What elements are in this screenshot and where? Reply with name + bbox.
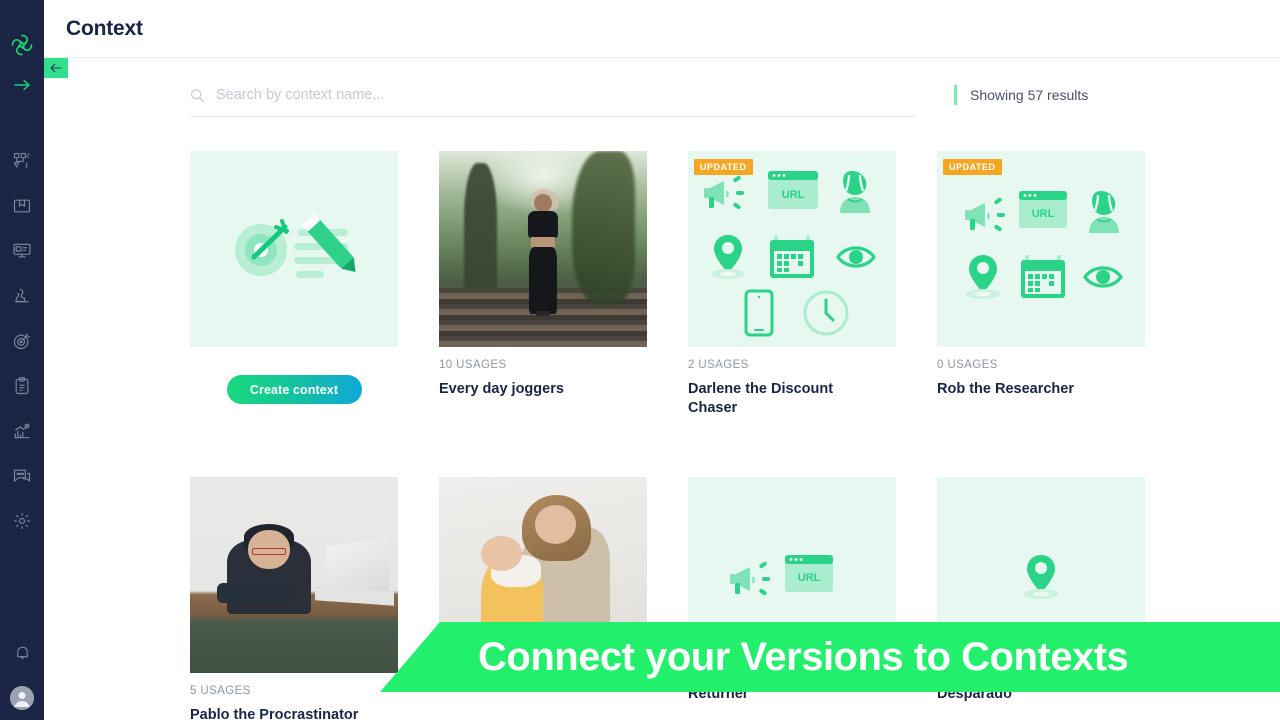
svg-text:URL: URL [798,572,821,584]
card-thumbnail: UPDATED URL [937,151,1145,347]
search-icon [190,88,216,103]
sidebar-bottom [0,631,44,710]
status-badge: UPDATED [694,159,754,175]
promo-banner: Connect your Versions to Contexts [380,622,1280,692]
context-card[interactable]: UPDATED [688,151,896,417]
card-title: Darlene the Discount Chaser [688,381,834,416]
card-thumbnail [190,477,398,674]
context-grid-row-1: Create context 10 USAGES Every day jogge… [190,151,1190,417]
arrow-left-icon [50,63,62,73]
card-usages: 10 USAGES [439,359,507,371]
create-context-illustration [190,151,398,347]
sidebar-item-strategy[interactable] [0,273,44,318]
svg-text:URL: URL [1032,208,1055,220]
card-usages: 2 USAGES [688,359,749,371]
pablo-photo [190,477,398,674]
create-context-button[interactable]: Create context [226,375,362,404]
sidebar-item-messages[interactable] [0,453,44,498]
app-logo[interactable] [10,32,34,58]
top-bar: Context [44,0,1280,58]
sidebar-item-analytics[interactable] [0,408,44,453]
card-title: Rob the Researcher [937,381,1074,397]
results-accent-bar [954,85,957,105]
search-row: Showing 57 results [190,58,1280,117]
main-content: Context Sho [44,0,1280,720]
card-thumbnail [439,151,647,347]
results-count-label: Showing 57 results [970,87,1089,103]
card-thumbnail: UPDATED URL [688,151,896,347]
jogger-photo [439,151,647,347]
collapse-sidebar-button[interactable] [44,58,68,78]
card-title: Pablo the Procrastinator [190,707,359,720]
sidebar-nav [0,138,44,543]
avatar[interactable] [10,686,34,710]
context-card[interactable]: 5 USAGES Pablo the Procrastinator [190,477,398,720]
persona-icons-illustration: URL [965,191,1123,299]
context-card[interactable]: UPDATED [937,151,1145,417]
sidebar-item-experiments[interactable] [0,138,44,183]
create-context-card[interactable]: Create context [190,151,398,417]
target-and-list-illustration [235,214,356,278]
sidebar-item-library[interactable] [0,183,44,228]
card-title: Every day joggers [439,381,564,397]
page-title: Context [66,16,143,40]
sidebar-item-reports[interactable] [0,363,44,408]
context-card[interactable]: 10 USAGES Every day joggers [439,151,647,417]
sidebar-expand-arrow-icon[interactable] [13,76,31,94]
search-input[interactable] [216,87,915,103]
search-area [190,78,915,117]
promo-banner-text: Connect your Versions to Contexts [478,634,1129,679]
sidebar-item-settings[interactable] [0,498,44,543]
results-summary: Showing 57 results [954,78,1088,112]
sidebar-item-campaigns[interactable] [0,228,44,273]
card-usages: 5 USAGES [190,685,251,698]
app-root: Context Sho [0,0,1280,720]
search-underline [190,116,915,117]
sidebar [0,0,44,720]
bell-icon[interactable] [0,631,44,676]
sidebar-item-goals[interactable] [0,318,44,363]
svg-text:URL: URL [782,189,805,201]
card-usages: 0 USAGES [937,359,998,371]
status-badge: UPDATED [943,159,1003,175]
persona-icons-illustration: URL [704,171,876,337]
